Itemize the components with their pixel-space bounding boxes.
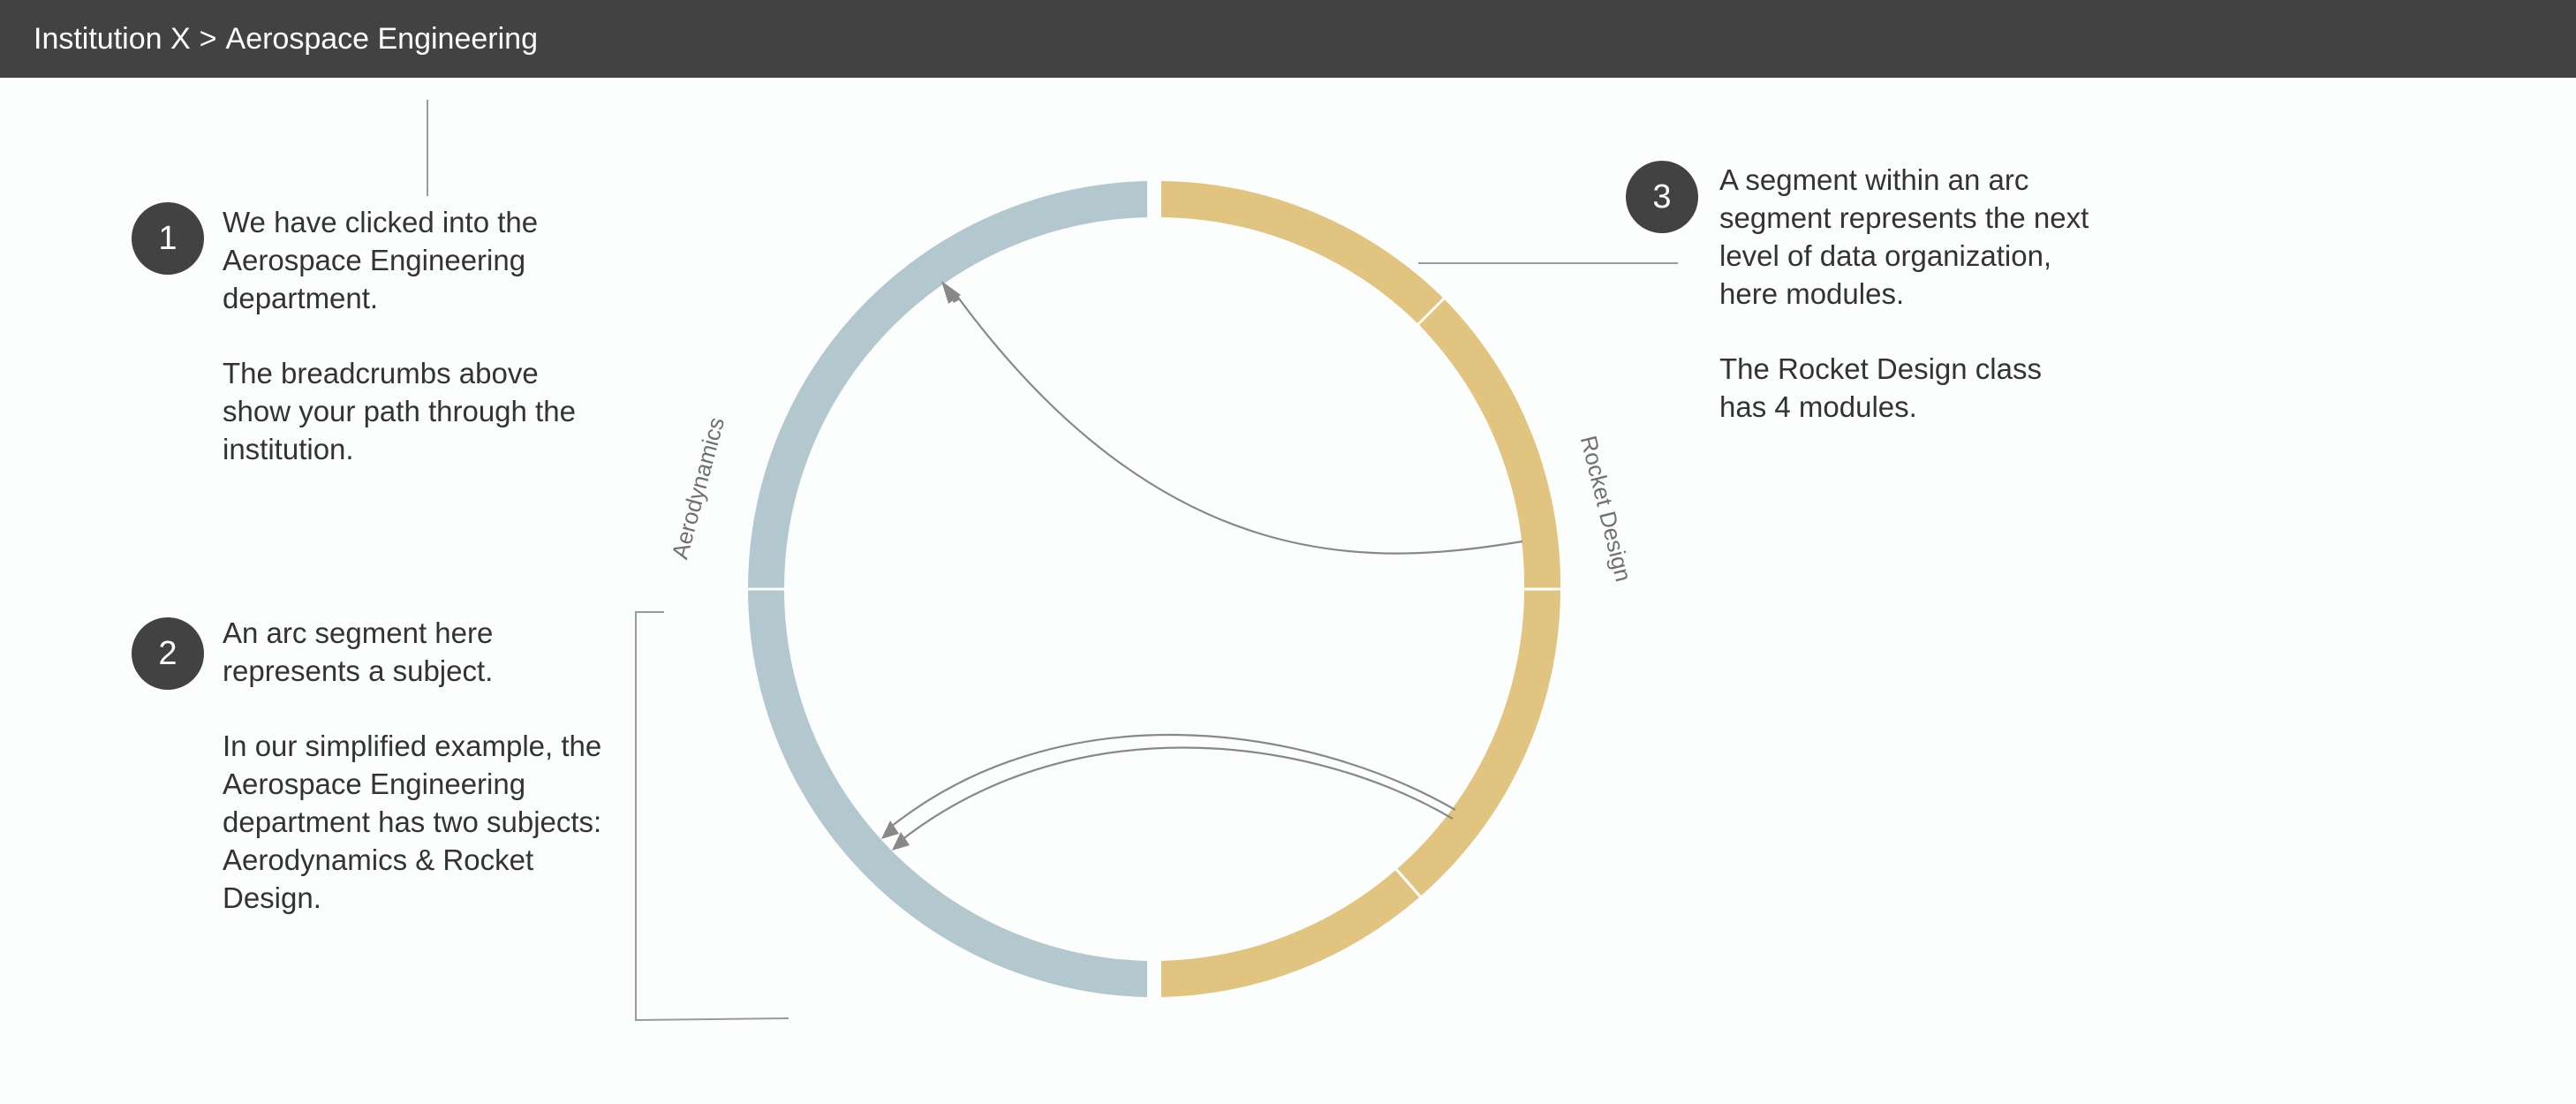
arc-segment-rocket-design-module-4[interactable]: [1161, 869, 1420, 997]
arc-segment-aerodynamics-module-1[interactable]: [748, 181, 1147, 589]
subject-label-aerodynamics: Aerodynamics: [666, 414, 729, 562]
annotation-3: A segment within an arc segment represen…: [1719, 161, 2090, 426]
arc-segment-aerodynamics-module-2[interactable]: [747, 589, 1147, 997]
arc-segment-rocket-design-module-1[interactable]: [1161, 181, 1444, 325]
chord-line[interactable]: [886, 734, 1456, 831]
annotation-2: An arc segment here represents a subject…: [223, 614, 616, 917]
annotation-3-paragraph-2: The Rocket Design class has 4 modules.: [1719, 352, 2042, 423]
annotation-2-paragraph-1: An arc segment here represents a subject…: [223, 616, 494, 687]
arc-segment-rocket-design-module-3[interactable]: [1396, 589, 1560, 897]
step-badge-2: 2: [132, 617, 204, 690]
annotation-1-paragraph-1: We have clicked into the Aerospace Engin…: [223, 206, 539, 314]
annotation-1: We have clicked into the Aerospace Engin…: [223, 203, 593, 468]
annotation-1-paragraph-2: The breadcrumbs above show your path thr…: [223, 357, 576, 465]
step-badge-1: 1: [132, 202, 204, 275]
chord-diagram: Aerodynamics Rocket Design: [427, 100, 1678, 1022]
annotation-3-paragraph-1: A segment within an arc segment represen…: [1719, 163, 2089, 310]
annotation-2-paragraph-2: In our simplified example, the Aerospace…: [223, 730, 602, 914]
subject-label-rocket-design: Rocket Design: [1575, 433, 1637, 584]
step-badge-3: 3: [1626, 161, 1698, 233]
chord-line[interactable]: [896, 746, 1454, 844]
